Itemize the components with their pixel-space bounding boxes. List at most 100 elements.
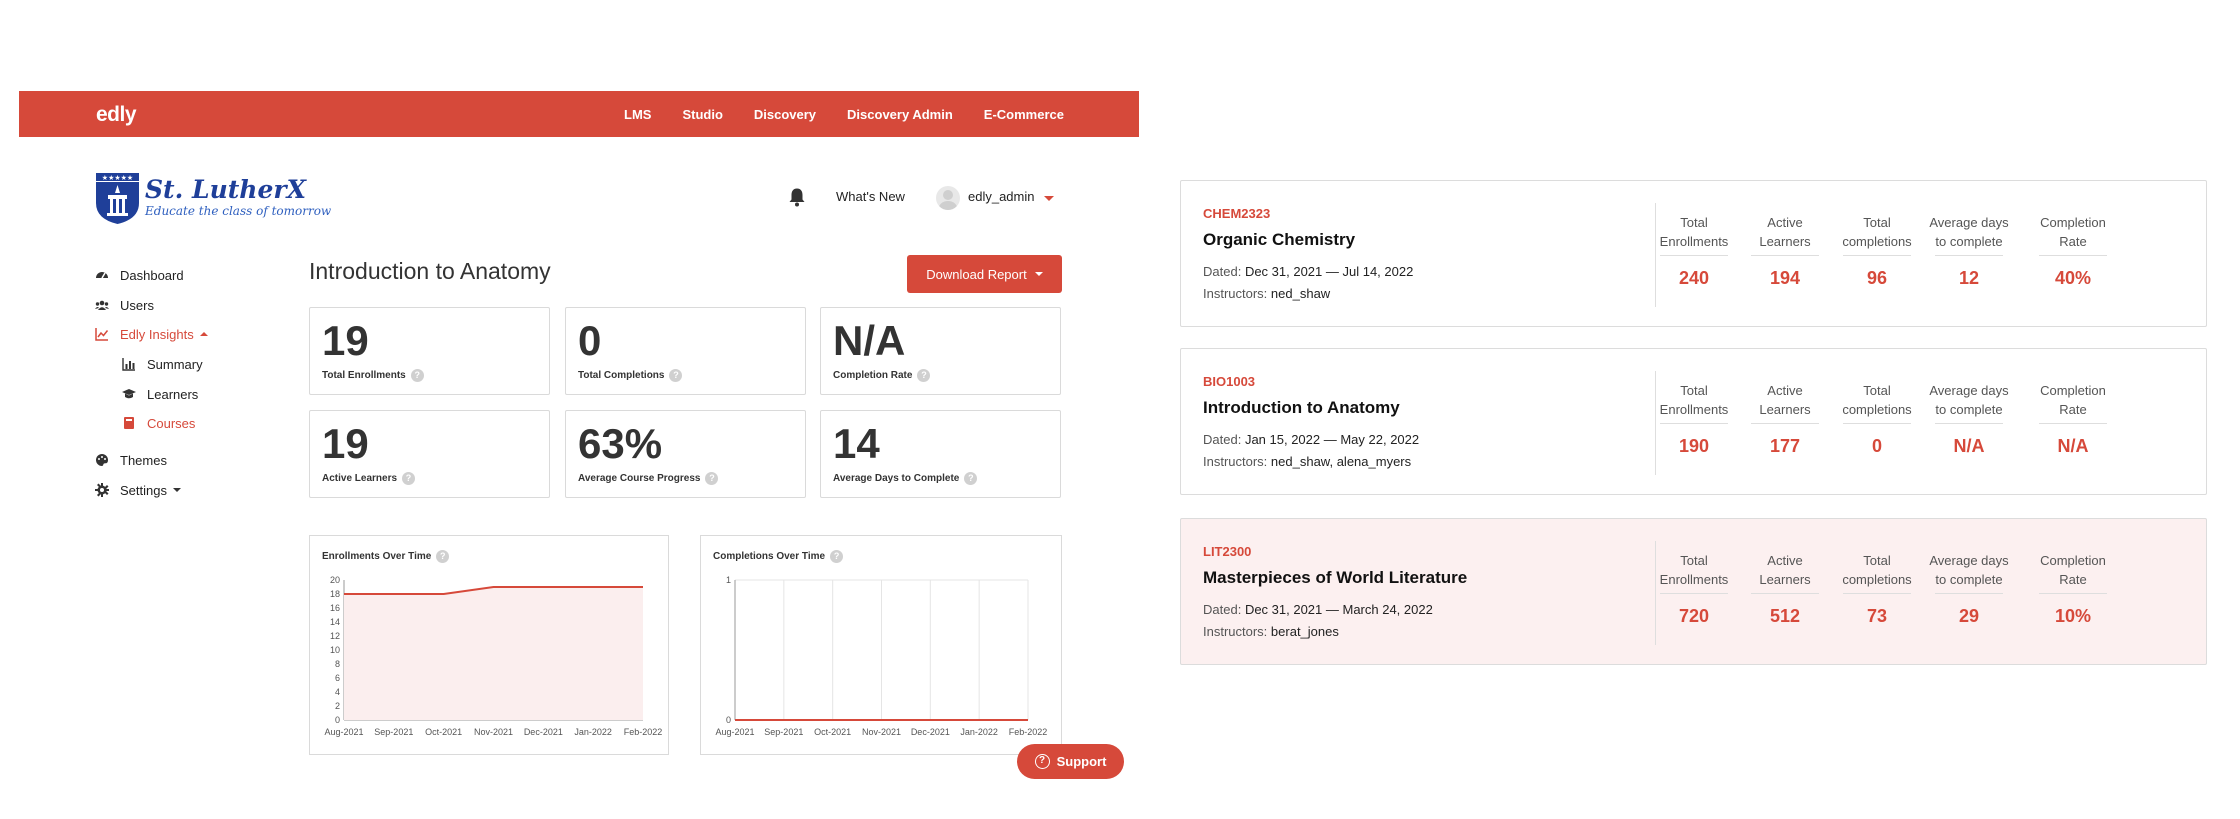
- line-chart-icon: [95, 328, 109, 341]
- course-name[interactable]: Introduction to Anatomy: [1203, 398, 1400, 418]
- sidebar-item-label: Learners: [147, 386, 199, 402]
- course-instructors: Instructors: ned_shaw: [1203, 286, 1330, 301]
- help-icon[interactable]: ?: [402, 472, 416, 485]
- course-code: BIO1003: [1203, 374, 1256, 389]
- help-icon[interactable]: ?: [669, 369, 683, 382]
- sidebar-item-learners[interactable]: Learners: [122, 384, 198, 404]
- completions-chart-card: Completions Over Time? 0 1 Aug-2021 Sep-202…: [700, 535, 1062, 755]
- metric-divider: [1843, 423, 1911, 424]
- metric-header-line: completions: [1842, 572, 1912, 587]
- course-name[interactable]: Masterpieces of World Literature: [1203, 568, 1467, 588]
- sidebar-item-edly-insights[interactable]: Edly Insights: [95, 324, 208, 344]
- nav-discovery[interactable]: Discovery: [754, 107, 816, 122]
- page-title: Introduction to Anatomy: [309, 258, 551, 284]
- stat-value: 0: [578, 317, 602, 364]
- stat-label-row: Total Completions?: [578, 369, 683, 382]
- whats-new-link[interactable]: What's New: [836, 189, 905, 204]
- metric-header: Total completions: [1832, 551, 1922, 589]
- chevron-down-icon: [1034, 272, 1043, 276]
- stat-value: 19: [322, 317, 369, 364]
- user-menu[interactable]: edly_admin: [968, 189, 1035, 204]
- course-metric: Completion Rate 40%: [2028, 213, 2118, 289]
- course-card[interactable]: BIO1003 Introduction to Anatomy Dated: Jan…: [1180, 348, 2207, 495]
- notification-bell-icon[interactable]: [788, 187, 806, 207]
- metric-value: 720: [1678, 606, 1710, 626]
- help-icon[interactable]: ?: [410, 369, 424, 382]
- screenshot-canvas: edly LMS Studio Discovery Discovery Admi…: [0, 0, 2240, 819]
- brand-logo[interactable]: edly: [96, 103, 137, 127]
- course-metric: Total completions 96: [1832, 213, 1922, 289]
- download-report-button[interactable]: Download Report: [907, 255, 1062, 293]
- user-avatar[interactable]: [936, 186, 960, 210]
- metric-header: Completion Rate: [2028, 381, 2118, 419]
- course-name[interactable]: Organic Chemistry: [1203, 230, 1355, 250]
- dated-value: Dec 31, 2021 — March 24, 2022: [1244, 602, 1433, 617]
- nav-lms[interactable]: LMS: [624, 107, 651, 122]
- sidebar-item-label: Summary: [147, 356, 203, 372]
- bar-chart-icon: [122, 358, 135, 371]
- metric-value: 0: [1871, 436, 1882, 456]
- series-area: [344, 587, 643, 720]
- metric-header-line: completions: [1842, 234, 1912, 249]
- metric-header-line: Average days: [1929, 553, 2009, 568]
- course-instructors: Instructors: ned_shaw, alena_myers: [1203, 454, 1411, 469]
- sidebar-item-users[interactable]: Users: [95, 295, 154, 315]
- top-navbar: edly LMS Studio Discovery Discovery Admi…: [19, 91, 1139, 137]
- help-icon[interactable]: ?: [705, 472, 719, 485]
- metric-divider: [2039, 593, 2107, 594]
- nav-ecommerce[interactable]: E-Commerce: [984, 107, 1064, 122]
- stat-value: 63%: [578, 420, 663, 467]
- site-logo[interactable]: ★★★★★ St. LutherX Educate the class of t…: [95, 171, 331, 227]
- shield-emblem-icon: ★★★★★: [96, 173, 139, 224]
- metric-header-line: Total: [1680, 215, 1708, 230]
- help-icon[interactable]: ?: [964, 472, 978, 485]
- metric-header: Active Learners: [1740, 551, 1830, 589]
- sidebar-item-dashboard[interactable]: Dashboard: [95, 265, 184, 285]
- course-card[interactable]: LIT2300 Masterpieces of World Literature D…: [1180, 518, 2207, 665]
- chevron-down-icon[interactable]: [1044, 196, 1054, 201]
- x-tick-label: Oct-2021: [425, 727, 462, 737]
- sidebar-item-settings[interactable]: Settings: [95, 480, 181, 500]
- metric-header: Total Enrollments: [1649, 551, 1739, 589]
- stat-label-row: Average Days to Complete?: [833, 472, 978, 485]
- metric-value: 10%: [2054, 606, 2092, 626]
- y-tick-label: 16: [330, 603, 340, 613]
- stat-label: Total Enrollments: [322, 370, 406, 381]
- dated-value: Jan 15, 2022 — May 22, 2022: [1244, 432, 1420, 447]
- question-circle-icon: ?: [1034, 754, 1050, 769]
- metric-header-line: to complete: [1935, 234, 2003, 249]
- stat-card-active-learners: 19 Active Learners?: [309, 410, 550, 498]
- stat-label: Active Learners: [322, 473, 398, 484]
- metric-header-line: Rate: [2059, 572, 2087, 587]
- dated-value: Dec 31, 2021 — Jul 14, 2022: [1244, 264, 1414, 279]
- sidebar-item-summary[interactable]: Summary: [122, 354, 203, 374]
- help-icon[interactable]: ?: [917, 369, 931, 382]
- support-label: Support: [1056, 754, 1107, 769]
- x-tick-label: Oct-2021: [814, 727, 851, 737]
- support-button[interactable]: ? Support: [1017, 744, 1124, 779]
- course-metric: Active Learners 512: [1740, 551, 1830, 627]
- sidebar-item-label: Edly Insights: [120, 326, 194, 342]
- metric-divider: [1660, 593, 1728, 594]
- svg-text:★★★★★: ★★★★★: [102, 174, 133, 182]
- course-card[interactable]: CHEM2323 Organic Chemistry Dated: Dec 31, …: [1180, 180, 2207, 327]
- sidebar-item-label: Dashboard: [120, 267, 184, 283]
- stat-card-total-enrollments: 19 Total Enrollments?: [309, 307, 550, 395]
- stat-label-row: Completion Rate?: [833, 369, 931, 382]
- dated-label: Dated:: [1203, 432, 1242, 447]
- nav-studio[interactable]: Studio: [682, 107, 722, 122]
- stat-value: 19: [322, 420, 369, 467]
- sidebar-item-themes[interactable]: Themes: [95, 450, 167, 470]
- sidebar-item-courses[interactable]: Courses: [122, 413, 195, 433]
- course-metric: Average days to complete 12: [1924, 213, 2014, 289]
- x-tick-label: Aug-2021: [324, 727, 363, 737]
- stat-card-completion-rate: N/A Completion Rate?: [820, 307, 1061, 395]
- metric-value: N/A: [1953, 436, 1985, 456]
- metric-divider: [2039, 255, 2107, 256]
- metric-divider: [1751, 593, 1819, 594]
- course-code: LIT2300: [1203, 544, 1252, 559]
- sidebar-item-label: Users: [120, 297, 154, 313]
- enrollments-chart: 0 2 4 6 8 10 12 14 16 18 20 Aug-2021 Sep-2021 Oct-202…: [324, 575, 663, 737]
- nav-discovery-admin[interactable]: Discovery Admin: [847, 107, 953, 122]
- x-tick-label: Feb-2022: [624, 727, 663, 737]
